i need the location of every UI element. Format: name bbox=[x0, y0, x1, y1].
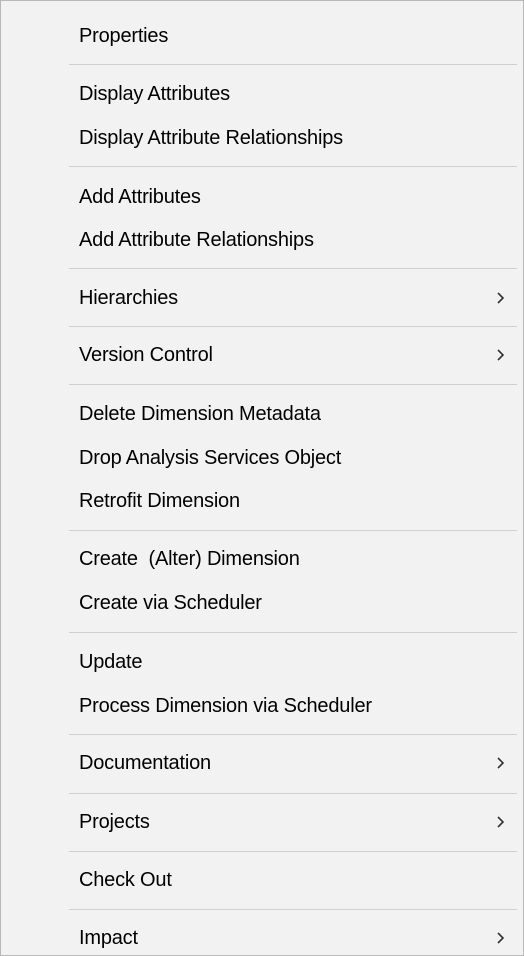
menu-separator bbox=[69, 166, 517, 167]
context-menu: Properties Display Attributes Display At… bbox=[0, 0, 524, 956]
menu-item-label: Check Out bbox=[79, 869, 172, 891]
menu-item-label: Create (Alter) Dimension bbox=[79, 548, 300, 570]
chevron-right-icon bbox=[493, 342, 509, 368]
menu-item-drop-analysis-services-object[interactable]: Drop Analysis Services Object bbox=[1, 441, 523, 475]
menu-item-label: Version Control bbox=[79, 344, 213, 366]
menu-item-display-attributes[interactable]: Display Attributes bbox=[1, 77, 523, 111]
menu-item-projects[interactable]: Projects bbox=[1, 805, 523, 839]
menu-item-version-control[interactable]: Version Control bbox=[1, 338, 523, 372]
menu-item-display-attribute-relationships[interactable]: Display Attribute Relationships bbox=[1, 121, 523, 155]
menu-separator bbox=[69, 851, 517, 852]
menu-item-label: Display Attributes bbox=[79, 83, 230, 105]
menu-item-label: Add Attribute Relationships bbox=[79, 229, 314, 251]
menu-item-add-attributes[interactable]: Add Attributes bbox=[1, 180, 523, 214]
menu-item-hierarchies[interactable]: Hierarchies bbox=[1, 281, 523, 315]
menu-separator bbox=[69, 530, 517, 531]
menu-item-label: Delete Dimension Metadata bbox=[79, 403, 321, 425]
menu-item-create-alter-dimension[interactable]: Create (Alter) Dimension bbox=[1, 542, 523, 576]
menu-item-label: Add Attributes bbox=[79, 186, 201, 208]
menu-item-label: Create via Scheduler bbox=[79, 592, 262, 614]
menu-item-label: Documentation bbox=[79, 752, 211, 774]
chevron-right-icon bbox=[493, 750, 509, 776]
menu-item-label: Hierarchies bbox=[79, 287, 178, 309]
menu-separator bbox=[69, 64, 517, 65]
menu-separator bbox=[69, 384, 517, 385]
menu-item-update[interactable]: Update bbox=[1, 645, 523, 679]
menu-separator bbox=[69, 734, 517, 735]
menu-separator bbox=[69, 793, 517, 794]
chevron-right-icon bbox=[493, 285, 509, 311]
chevron-right-icon bbox=[493, 925, 509, 951]
menu-item-documentation[interactable]: Documentation bbox=[1, 746, 523, 780]
menu-item-label: Drop Analysis Services Object bbox=[79, 447, 342, 469]
menu-separator bbox=[69, 268, 517, 269]
menu-item-process-dimension-via-scheduler[interactable]: Process Dimension via Scheduler bbox=[1, 689, 523, 723]
menu-separator bbox=[69, 909, 517, 910]
menu-separator bbox=[69, 326, 517, 327]
menu-item-label: Impact bbox=[79, 927, 138, 949]
menu-item-add-attribute-relationships[interactable]: Add Attribute Relationships bbox=[1, 223, 523, 257]
menu-item-retrofit-dimension[interactable]: Retrofit Dimension bbox=[1, 484, 523, 518]
menu-item-check-out[interactable]: Check Out bbox=[1, 863, 523, 897]
menu-item-impact[interactable]: Impact bbox=[1, 921, 523, 955]
menu-item-create-via-scheduler[interactable]: Create via Scheduler bbox=[1, 586, 523, 620]
menu-item-delete-dimension-metadata[interactable]: Delete Dimension Metadata bbox=[1, 397, 523, 431]
menu-item-label: Properties bbox=[79, 25, 169, 47]
menu-item-label: Retrofit Dimension bbox=[79, 490, 240, 512]
menu-item-label: Display Attribute Relationships bbox=[79, 127, 343, 149]
chevron-right-icon bbox=[493, 809, 509, 835]
menu-item-label: Process Dimension via Scheduler bbox=[79, 695, 372, 717]
menu-item-label: Projects bbox=[79, 811, 150, 833]
menu-separator bbox=[69, 632, 517, 633]
menu-item-properties[interactable]: Properties bbox=[1, 19, 523, 53]
menu-item-label: Update bbox=[79, 651, 143, 673]
